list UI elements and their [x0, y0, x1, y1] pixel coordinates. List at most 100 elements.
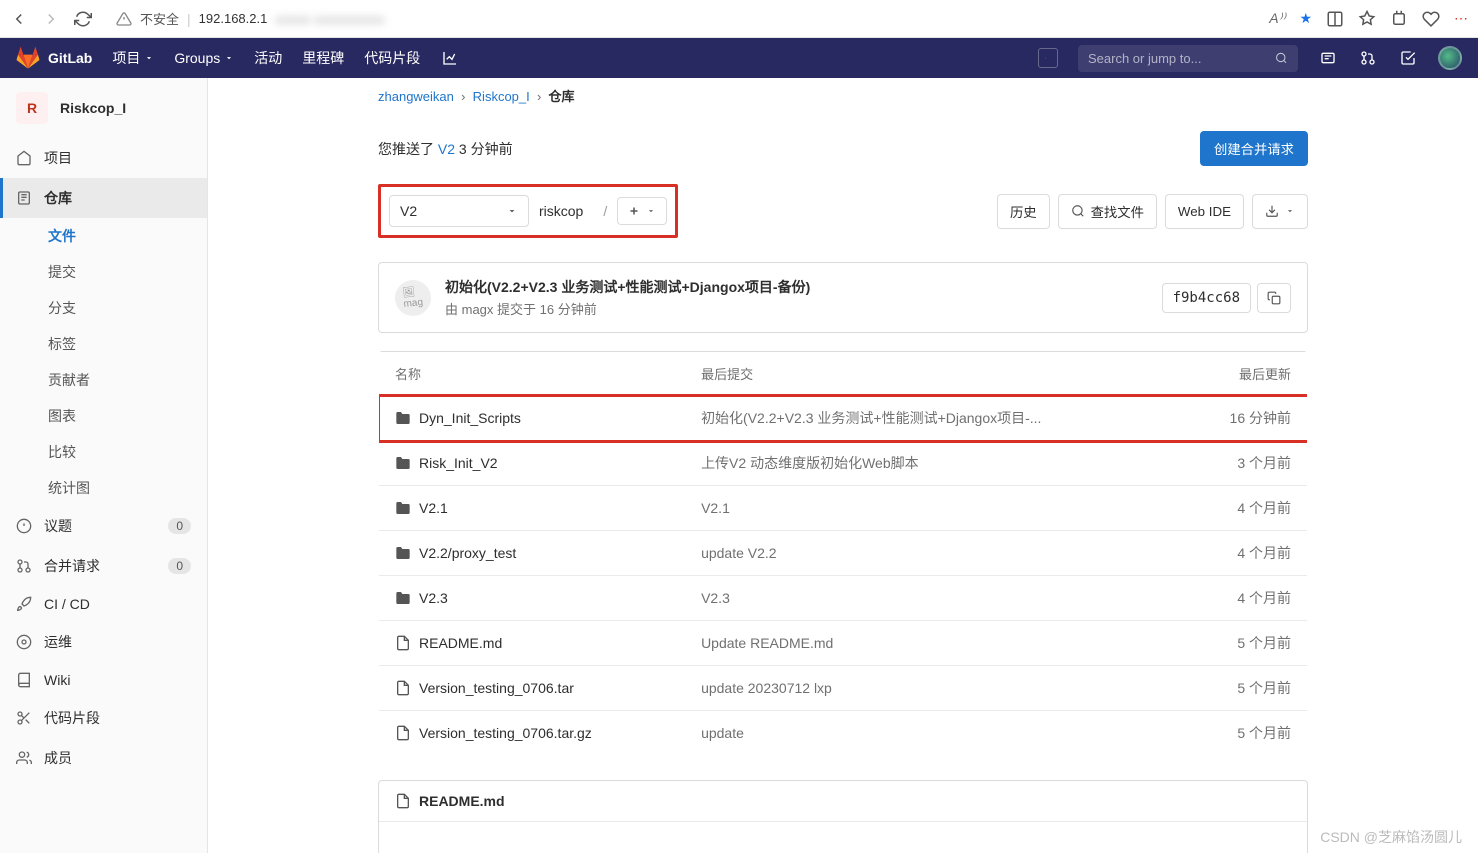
sidebar-icon[interactable] — [1326, 10, 1344, 28]
table-row[interactable]: V2.1V2.14 个月前 — [379, 486, 1308, 531]
file-icon — [395, 680, 411, 696]
sidebar-item-repo[interactable]: 仓库 — [0, 178, 207, 218]
nav-snippets[interactable]: 代码片段 — [364, 48, 420, 68]
nav-groups[interactable]: Groups — [174, 50, 234, 66]
main-content: zhangweikan › Riskcop_I › 仓库 您推送了 V2 3 分… — [208, 78, 1478, 853]
warning-icon — [116, 11, 132, 27]
heart-icon[interactable] — [1422, 10, 1440, 28]
branch-path-group: V2 riskcop / — [378, 184, 678, 238]
web-ide-button[interactable]: Web IDE — [1165, 194, 1244, 229]
sidebar-sub-7[interactable]: 统计图 — [0, 470, 207, 506]
back-button[interactable] — [10, 10, 28, 28]
folder-icon — [395, 455, 411, 471]
add-file-button[interactable] — [617, 197, 667, 225]
table-row[interactable]: README.mdUpdate README.md5 个月前 — [379, 621, 1308, 666]
pushed-branch-link[interactable]: V2 — [438, 141, 455, 157]
file-icon — [395, 793, 411, 809]
brand-text: GitLab — [48, 50, 92, 66]
user-avatar[interactable] — [1438, 46, 1462, 70]
table-row[interactable]: Dyn_Init_Scripts 初始化(V2.2+V2.3 业务测试+性能测试+… — [379, 396, 1308, 441]
favorites-list-icon[interactable] — [1358, 10, 1376, 28]
commit-message[interactable]: V2.1 — [685, 486, 1159, 531]
commit-sha[interactable]: f9b4cc68 — [1162, 283, 1251, 313]
table-row[interactable]: Version_testing_0706.tar.gzupdate5 个月前 — [379, 711, 1308, 756]
search-input[interactable] — [1088, 51, 1267, 66]
create-merge-request-button[interactable]: 创建合并请求 — [1200, 131, 1308, 166]
readme-filename[interactable]: README.md — [419, 793, 505, 809]
sidebar-sub-1[interactable]: 提交 — [0, 254, 207, 290]
file-name[interactable]: Version_testing_0706.tar — [419, 680, 574, 696]
commit-message[interactable]: Update README.md — [685, 621, 1159, 666]
file-icon — [395, 635, 411, 651]
find-file-button[interactable]: 查找文件 — [1058, 194, 1157, 229]
commit-title[interactable]: 初始化(V2.2+V2.3 业务测试+性能测试+Djangox项目-备份) — [445, 277, 810, 297]
watermark: CSDN @芝麻馅汤圆儿 — [1320, 827, 1462, 847]
file-name[interactable]: V2.3 — [419, 590, 448, 606]
file-name[interactable]: Dyn_Init_Scripts — [419, 410, 521, 426]
snip-icon — [16, 710, 32, 726]
chevron-down-icon — [506, 205, 518, 217]
sidebar-item-home[interactable]: 项目 — [0, 138, 207, 178]
table-row[interactable]: V2.2/proxy_testupdate V2.24 个月前 — [379, 531, 1308, 576]
table-row[interactable]: Risk_Init_V2 上传V2 动态维度版初始化Web脚本3 个月前 — [379, 441, 1308, 486]
sidebar-item-issues[interactable]: 议题0 — [0, 506, 207, 546]
gitlab-logo[interactable]: GitLab — [16, 46, 92, 70]
sidebar-item-merge[interactable]: 合并请求0 — [0, 546, 207, 586]
sidebar-sub-4[interactable]: 贡献者 — [0, 362, 207, 398]
commit-message[interactable]: update 20230712 lxp — [685, 666, 1159, 711]
download-button[interactable] — [1252, 194, 1308, 229]
table-row[interactable]: Version_testing_0706.tar update 20230712 … — [379, 666, 1308, 711]
commit-subtitle: 由 magx 提交于 16 分钟前 — [445, 299, 810, 318]
update-time: 3 个月前 — [1159, 441, 1308, 486]
wiki-icon — [16, 672, 32, 688]
file-name[interactable]: V2.1 — [419, 500, 448, 516]
sidebar-sub-6[interactable]: 比较 — [0, 434, 207, 470]
file-name[interactable]: V2.2/proxy_test — [419, 545, 516, 561]
members-icon — [16, 750, 32, 766]
nav-milestones[interactable]: 里程碑 — [302, 48, 344, 68]
path-segment[interactable]: riskcop — [529, 203, 593, 219]
commit-message[interactable]: update V2.2 — [685, 531, 1159, 576]
project-header[interactable]: R Riskcop_I — [0, 78, 207, 138]
sidebar-sub-2[interactable]: 分支 — [0, 290, 207, 326]
sidebar-item-wiki[interactable]: Wiki — [0, 662, 207, 698]
issues-icon[interactable] — [1318, 48, 1338, 68]
file-name[interactable]: Version_testing_0706.tar.gz — [419, 725, 592, 741]
nav-chart-icon[interactable] — [440, 48, 460, 68]
sidebar-item-members[interactable]: 成员 — [0, 738, 207, 778]
bc-project[interactable]: Riskcop_I — [473, 89, 530, 104]
sidebar-sub-3[interactable]: 标签 — [0, 326, 207, 362]
insecure-label: 不安全 — [140, 9, 179, 28]
bc-user[interactable]: zhangweikan — [378, 89, 454, 104]
forward-button[interactable] — [42, 10, 60, 28]
branch-select[interactable]: V2 — [389, 195, 529, 227]
commit-message[interactable]: 上传V2 动态维度版初始化Web脚本 — [685, 441, 1159, 486]
folder-icon — [395, 545, 411, 561]
nav-activity[interactable]: 活动 — [254, 48, 282, 68]
commit-message[interactable]: 初始化(V2.2+V2.3 业务测试+性能测试+Djangox项目-... — [685, 396, 1159, 441]
collections-icon[interactable] — [1390, 10, 1408, 28]
favorite-icon[interactable]: ★ — [1299, 10, 1312, 27]
file-name[interactable]: Risk_Init_V2 — [419, 455, 498, 471]
file-name[interactable]: README.md — [419, 635, 502, 651]
more-icon[interactable]: ⋯ — [1454, 10, 1468, 27]
sidebar-sub-0[interactable]: 文件 — [0, 218, 207, 254]
merge-requests-icon[interactable] — [1358, 48, 1378, 68]
history-button[interactable]: 历史 — [997, 194, 1050, 229]
nav-projects[interactable]: 项目 — [112, 48, 154, 68]
sidebar-item-snip[interactable]: 代码片段 — [0, 698, 207, 738]
plus-icon[interactable] — [1038, 48, 1058, 68]
commit-message[interactable]: V2.3 — [685, 576, 1159, 621]
reload-button[interactable] — [74, 10, 92, 28]
search-box[interactable] — [1078, 45, 1298, 72]
file-icon — [395, 725, 411, 741]
address-bar[interactable]: 不安全 | 192.168.2.1 xxxxx xxxxxxxxxx — [106, 9, 1255, 28]
sidebar-sub-5[interactable]: 图表 — [0, 398, 207, 434]
sidebar-item-ops[interactable]: 运维 — [0, 622, 207, 662]
sidebar-item-rocket[interactable]: CI / CD — [0, 586, 207, 622]
ai-badge[interactable]: A⁾⁾ — [1269, 10, 1285, 27]
table-row[interactable]: V2.3V2.34 个月前 — [379, 576, 1308, 621]
todos-icon[interactable] — [1398, 48, 1418, 68]
copy-sha-button[interactable] — [1257, 283, 1291, 313]
commit-message[interactable]: update — [685, 711, 1159, 756]
